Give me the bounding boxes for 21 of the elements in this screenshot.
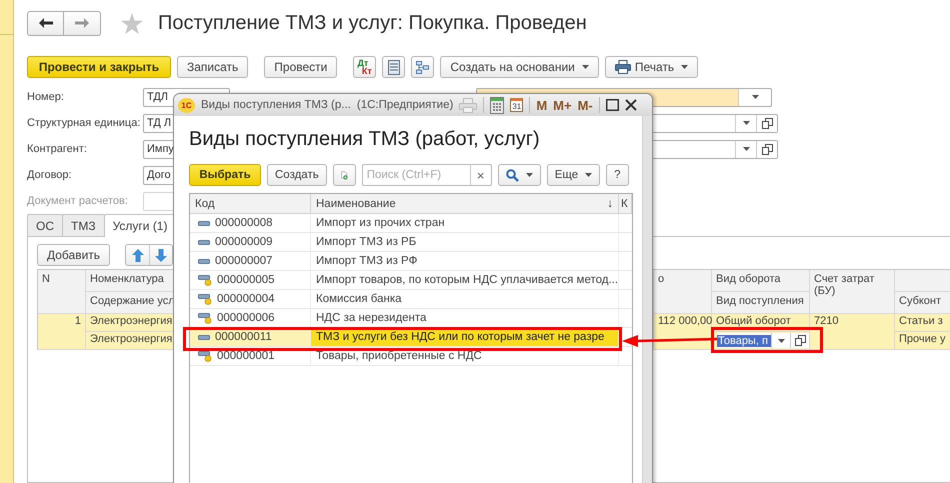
column-header: о: [654, 270, 712, 314]
table-cell: Прочие у: [895, 332, 950, 350]
column-header: Субконт: [895, 292, 950, 314]
column-header: N: [38, 270, 86, 314]
dialog-title: Виды поступления ТМЗ (работ, услуг): [189, 128, 541, 151]
field-label: Номер:: [27, 91, 65, 103]
table-cell: 1: [38, 314, 86, 350]
column-header: Вид поступления: [712, 292, 810, 314]
table-cell: 112 000,00: [654, 314, 712, 350]
field-label: Документ расчетов:: [27, 195, 129, 207]
field-label: Контрагент:: [27, 143, 88, 155]
field-label: Структурная единица:: [27, 117, 142, 129]
table-cell: Статьи з: [895, 314, 950, 332]
app-logo: 1С: [178, 98, 195, 112]
table-cell: 7210: [810, 314, 895, 350]
column-header: Счет затрат (БУ): [810, 270, 895, 314]
window-title: Поступление ТМЗ и услуг: Покупка. Проведен: [158, 12, 587, 34]
app-name: (1С:Предприятие): [356, 99, 454, 111]
dialog-caption: Виды поступления ТМЗ (р...: [201, 99, 351, 111]
column-header: Вид оборота: [712, 270, 810, 292]
field-label: Договор:: [27, 169, 73, 181]
